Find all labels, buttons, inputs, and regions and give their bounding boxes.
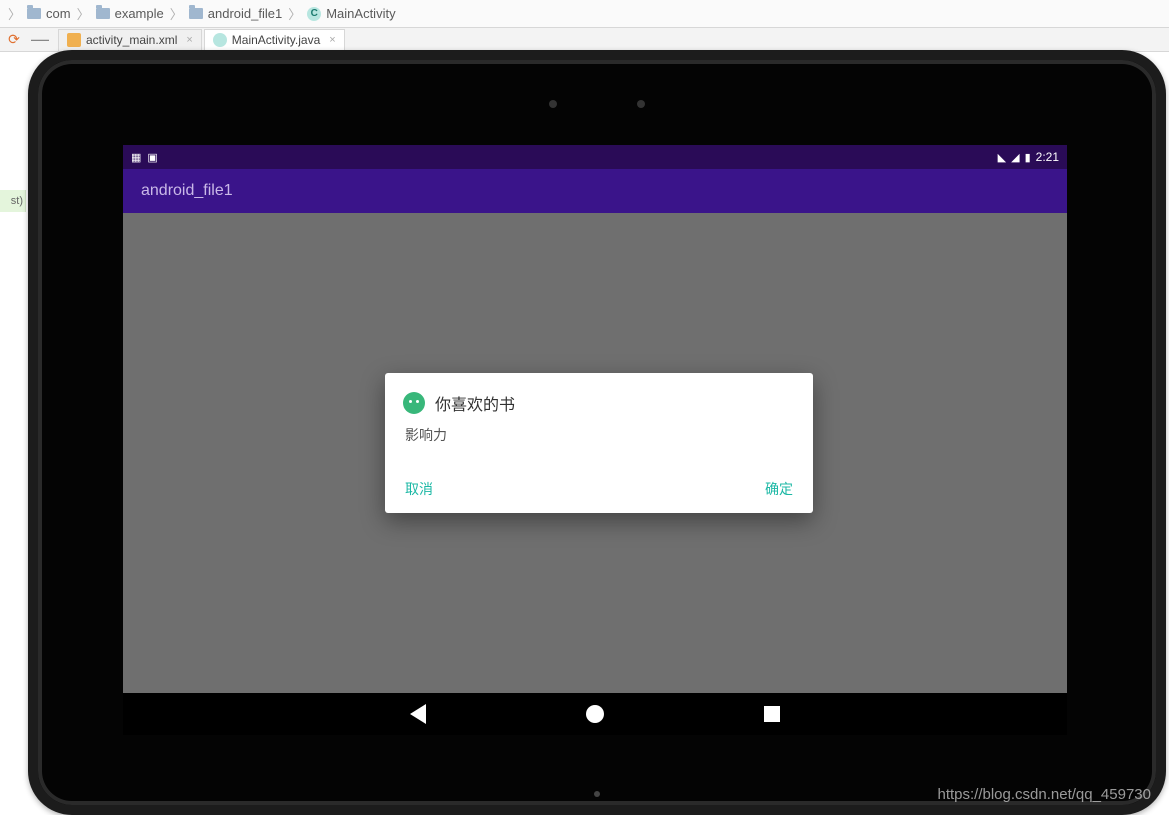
breadcrumb-label: example — [115, 6, 164, 21]
tab-label: MainActivity.java — [232, 33, 320, 47]
android-status-bar: ▦ ▣ ◣ ◢ ▮ 2:21 — [123, 145, 1067, 169]
breadcrumb-item-com[interactable]: com — [27, 6, 71, 21]
tab-label: activity_main.xml — [86, 33, 177, 47]
home-indicator-dot — [594, 791, 600, 797]
breadcrumb-sep: 〉 — [170, 4, 183, 23]
sensor-dot — [637, 100, 645, 108]
app-bar: android_file1 — [123, 169, 1067, 213]
notification-icon: ▣ — [147, 151, 157, 164]
breadcrumb-label: MainActivity — [326, 6, 395, 21]
dialog-title: 你喜欢的书 — [435, 391, 515, 415]
folder-icon — [96, 8, 110, 19]
watermark-text: https://blog.csdn.net/qq_459730 — [937, 786, 1151, 803]
app-content: 你喜欢的书 影响力 取消 确定 — [123, 213, 1067, 693]
home-button[interactable] — [586, 705, 604, 723]
java-file-icon — [213, 33, 227, 47]
breadcrumb-item-android-file1[interactable]: android_file1 — [189, 6, 282, 21]
breadcrumb-sep: 〉 — [8, 4, 21, 23]
wifi-icon: ◣ — [998, 151, 1006, 164]
tablet-frame: ▦ ▣ ◣ ◢ ▮ 2:21 android_file1 你喜欢的书 影响力 — [28, 50, 1166, 815]
close-icon[interactable]: × — [186, 34, 192, 46]
camera-dot — [549, 100, 557, 108]
alert-dialog: 你喜欢的书 影响力 取消 确定 — [385, 373, 813, 513]
dialog-message: 影响力 — [403, 425, 795, 445]
breadcrumb-sep: 〉 — [288, 4, 301, 23]
android-icon — [403, 392, 425, 414]
class-icon: C — [307, 7, 321, 21]
breadcrumb-label: com — [46, 6, 71, 21]
notification-icon: ▦ — [131, 151, 141, 164]
app-title: android_file1 — [141, 182, 233, 200]
android-nav-bar — [123, 693, 1067, 735]
editor-gutter-fragment: st) — [0, 190, 26, 212]
breadcrumb-item-mainactivity[interactable]: C MainActivity — [307, 6, 395, 21]
cancel-button[interactable]: 取消 — [405, 479, 433, 499]
breadcrumb: 〉 com 〉 example 〉 android_file1 〉 C Main… — [0, 0, 1169, 28]
back-button[interactable] — [410, 704, 426, 724]
tablet-speaker — [549, 100, 645, 108]
status-time: 2:21 — [1036, 150, 1059, 164]
device-screen: ▦ ▣ ◣ ◢ ▮ 2:21 android_file1 你喜欢的书 影响力 — [123, 145, 1067, 735]
close-icon[interactable]: × — [329, 34, 335, 46]
recents-button[interactable] — [764, 706, 780, 722]
battery-icon: ▮ — [1025, 151, 1031, 164]
breadcrumb-sep: 〉 — [77, 4, 90, 23]
breadcrumb-label: android_file1 — [208, 6, 282, 21]
collapse-icon[interactable]: — — [32, 32, 48, 48]
editor-tab-row: ⟳ — activity_main.xml × MainActivity.jav… — [0, 28, 1169, 52]
tab-mainactivity-java[interactable]: MainActivity.java × — [204, 29, 345, 51]
breadcrumb-item-example[interactable]: example — [96, 6, 164, 21]
tab-activity-main-xml[interactable]: activity_main.xml × — [58, 29, 202, 51]
folder-icon — [189, 8, 203, 19]
signal-icon: ◢ — [1011, 151, 1019, 164]
folder-icon — [27, 8, 41, 19]
xml-file-icon — [67, 33, 81, 47]
reformat-icon[interactable]: ⟳ — [6, 32, 22, 48]
ok-button[interactable]: 确定 — [765, 479, 793, 499]
